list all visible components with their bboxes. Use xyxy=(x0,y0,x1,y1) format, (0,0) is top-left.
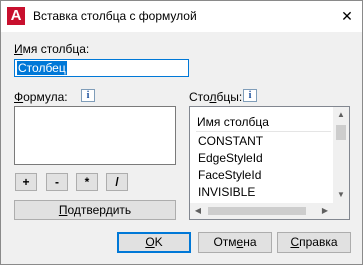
autocad-logo-icon: A xyxy=(7,7,25,25)
formula-info-icon[interactable]: i xyxy=(81,89,95,102)
list-item[interactable]: FaceStyleId xyxy=(198,167,330,184)
list-item[interactable]: INVISIBLE xyxy=(198,184,330,201)
vertical-scroll-thumb[interactable] xyxy=(336,125,346,140)
title-bar: A Вставка столбца с формулой ✕ xyxy=(1,1,362,32)
list-item[interactable]: CONSTANT xyxy=(198,133,330,150)
vertical-scrollbar[interactable]: ▲ ▼ xyxy=(333,107,349,203)
scroll-left-arrow-icon[interactable]: ◀ xyxy=(190,203,206,219)
scroll-down-arrow-icon[interactable]: ▼ xyxy=(333,187,349,203)
ok-button[interactable]: ОK xyxy=(117,232,191,253)
scroll-right-arrow-icon[interactable]: ▶ xyxy=(317,203,333,219)
columns-list: CONSTANT EdgeStyleId FaceStyleId INVISIB… xyxy=(198,133,330,201)
column-name-value: Столбец xyxy=(17,61,67,75)
columns-info-icon[interactable]: i xyxy=(243,89,257,102)
dialog-title: Вставка столбца с формулой xyxy=(33,9,197,23)
formula-input[interactable] xyxy=(14,106,176,165)
horizontal-scroll-thumb[interactable] xyxy=(208,207,306,215)
close-button[interactable]: ✕ xyxy=(332,1,362,31)
formula-label: Формула: xyxy=(14,90,68,104)
plus-operator-button[interactable]: + xyxy=(15,173,37,191)
cancel-button[interactable]: Отмена xyxy=(198,232,272,253)
multiply-operator-button[interactable]: * xyxy=(76,173,98,191)
columns-label: Столбцы: xyxy=(189,90,243,104)
column-name-input[interactable]: Столбец xyxy=(14,59,189,77)
columns-listbox[interactable]: Имя столбца CONSTANT EdgeStyleId FaceSty… xyxy=(189,106,350,220)
divide-operator-button[interactable]: / xyxy=(106,173,128,191)
horizontal-scrollbar[interactable]: ◀ ▶ xyxy=(190,203,333,219)
minus-operator-button[interactable]: - xyxy=(46,173,68,191)
column-name-label: Имя столбца: xyxy=(14,42,90,56)
scroll-up-arrow-icon[interactable]: ▲ xyxy=(333,107,349,123)
dialog-window: A Вставка столбца с формулой ✕ Имя столб… xyxy=(0,0,363,265)
confirm-button[interactable]: Подтвердить xyxy=(14,200,176,220)
columns-list-header: Имя столбца xyxy=(197,115,269,129)
scrollbar-corner xyxy=(333,203,349,219)
header-divider xyxy=(196,131,331,132)
help-button[interactable]: Справка xyxy=(277,232,351,253)
list-item[interactable]: EdgeStyleId xyxy=(198,150,330,167)
